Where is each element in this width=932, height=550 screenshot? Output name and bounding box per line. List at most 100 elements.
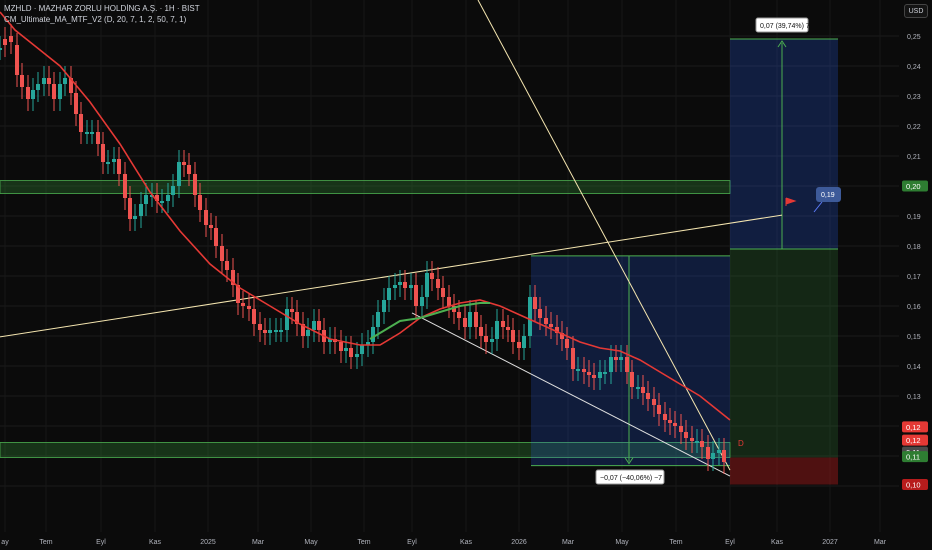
- candle-down: [706, 447, 710, 459]
- candle-down: [220, 246, 224, 261]
- candle-down: [571, 348, 575, 369]
- candle-up: [468, 312, 472, 327]
- y-tick-label: 0,16: [907, 304, 921, 311]
- candle-up: [598, 372, 602, 378]
- candle-down: [641, 387, 645, 393]
- x-tick-label: Tem: [357, 539, 370, 546]
- stop-label: −0,07 (−40,06%) −7: [600, 475, 662, 482]
- y-tick-label: 0,19: [907, 214, 921, 221]
- candle-down: [26, 87, 30, 99]
- price-tag: 0,11: [906, 453, 920, 462]
- candle-down: [47, 78, 51, 84]
- y-tick-label: 0,13: [907, 394, 921, 401]
- candle-down: [96, 132, 100, 144]
- candle-down: [457, 312, 461, 318]
- long-entry-zone[interactable]: [730, 249, 838, 458]
- x-tick-label: 2027: [822, 539, 838, 546]
- y-tick-label: 0,25: [907, 34, 921, 41]
- candle-down: [479, 327, 483, 336]
- candle-up: [31, 90, 35, 99]
- candle-up: [387, 288, 391, 300]
- x-tick-label: Mar: [562, 539, 575, 546]
- flag-value: 0,19: [821, 192, 835, 199]
- candle-up: [133, 216, 137, 219]
- x-tick-label: Eyl: [96, 539, 106, 546]
- candle-up: [609, 357, 613, 372]
- support-zone: [0, 180, 731, 194]
- candle-up: [171, 186, 175, 195]
- candle-up: [58, 84, 62, 99]
- candle-up: [360, 345, 364, 354]
- long-target-zone[interactable]: [730, 39, 838, 249]
- x-tick-label: May: [304, 539, 318, 546]
- price-tag: 0,12: [906, 436, 921, 445]
- candle-up: [371, 327, 375, 342]
- x-tick-label: Kas: [460, 539, 473, 546]
- candle-down: [587, 372, 591, 375]
- candle-up: [106, 162, 110, 164]
- candle-down: [182, 162, 186, 165]
- candle-down: [247, 306, 251, 309]
- candle-down: [193, 174, 197, 195]
- candle-up: [695, 441, 699, 443]
- price-chart[interactable]: 0,07 (39,74%) 7 −0,07 (−40,06%) −7 0,19 D 0…: [0, 0, 932, 550]
- candle-up: [177, 162, 181, 186]
- time-axis[interactable]: ay Tem Eyl Kas 2025 Mar May Tem Eyl Kas 2026 Mar May…: [1, 539, 886, 546]
- candle-down: [128, 198, 132, 219]
- y-tick-label: 0,15: [907, 334, 921, 341]
- candle-up: [42, 78, 46, 84]
- x-tick-label: Kas: [149, 539, 162, 546]
- candle-down: [657, 405, 661, 414]
- candle-down: [436, 279, 440, 288]
- candle-up: [344, 348, 348, 351]
- candle-down: [290, 309, 294, 312]
- y-tick-label: 0,22: [907, 124, 921, 131]
- candle-down: [263, 330, 267, 333]
- candle-down: [684, 432, 688, 438]
- candle-down: [430, 273, 434, 279]
- candle-down: [690, 438, 694, 441]
- candle-down: [652, 399, 656, 405]
- price-tag: 0,20: [906, 182, 921, 191]
- candle-down: [538, 309, 542, 318]
- candle-up: [112, 159, 116, 162]
- x-tick-label: Eyl: [725, 539, 735, 546]
- x-tick-label: Mar: [252, 539, 265, 546]
- candle-up: [139, 204, 143, 216]
- candle-down: [484, 336, 488, 342]
- candle-down: [204, 210, 208, 225]
- candle-down: [663, 414, 667, 420]
- candle-up: [603, 372, 607, 374]
- candle-down: [565, 339, 569, 348]
- candle-down: [339, 342, 343, 351]
- indicator-label[interactable]: CM_Ultimate_MA_MTF_V2 (D, 20, 7, 1, 2, 5…: [4, 15, 186, 24]
- position-tools[interactable]: [531, 38, 838, 485]
- y-tick-label: 0,21: [907, 154, 921, 161]
- marker-d: D: [738, 439, 744, 448]
- candle-up: [90, 132, 94, 134]
- candle-up: [285, 309, 289, 330]
- candle-down: [474, 312, 478, 327]
- candle-up: [636, 387, 640, 389]
- x-tick-label: Eyl: [407, 539, 417, 546]
- long-stop-zone[interactable]: [730, 457, 838, 485]
- candle-down: [501, 321, 505, 327]
- candle-up: [393, 285, 397, 288]
- candle-up: [268, 330, 272, 333]
- candle-up: [144, 195, 148, 204]
- candle-down: [252, 309, 256, 324]
- candle-down: [673, 423, 677, 426]
- candle-down: [511, 330, 515, 342]
- candle-up: [355, 354, 359, 357]
- candle-down: [15, 45, 19, 75]
- price-axis[interactable]: 0,25 0,24 0,23 0,22 0,21 0,20 0,19 0,18 0,17 0,16…: [902, 34, 928, 491]
- candle-up: [576, 369, 580, 371]
- candle-down: [544, 318, 548, 324]
- currency-button[interactable]: USD: [904, 4, 928, 18]
- candle-down: [414, 285, 418, 306]
- measure-range-box[interactable]: [531, 255, 730, 466]
- candle-up: [306, 330, 310, 336]
- x-tick-label: 2026: [511, 539, 527, 546]
- candle-down: [20, 75, 24, 87]
- x-tick-label: Kas: [771, 539, 784, 546]
